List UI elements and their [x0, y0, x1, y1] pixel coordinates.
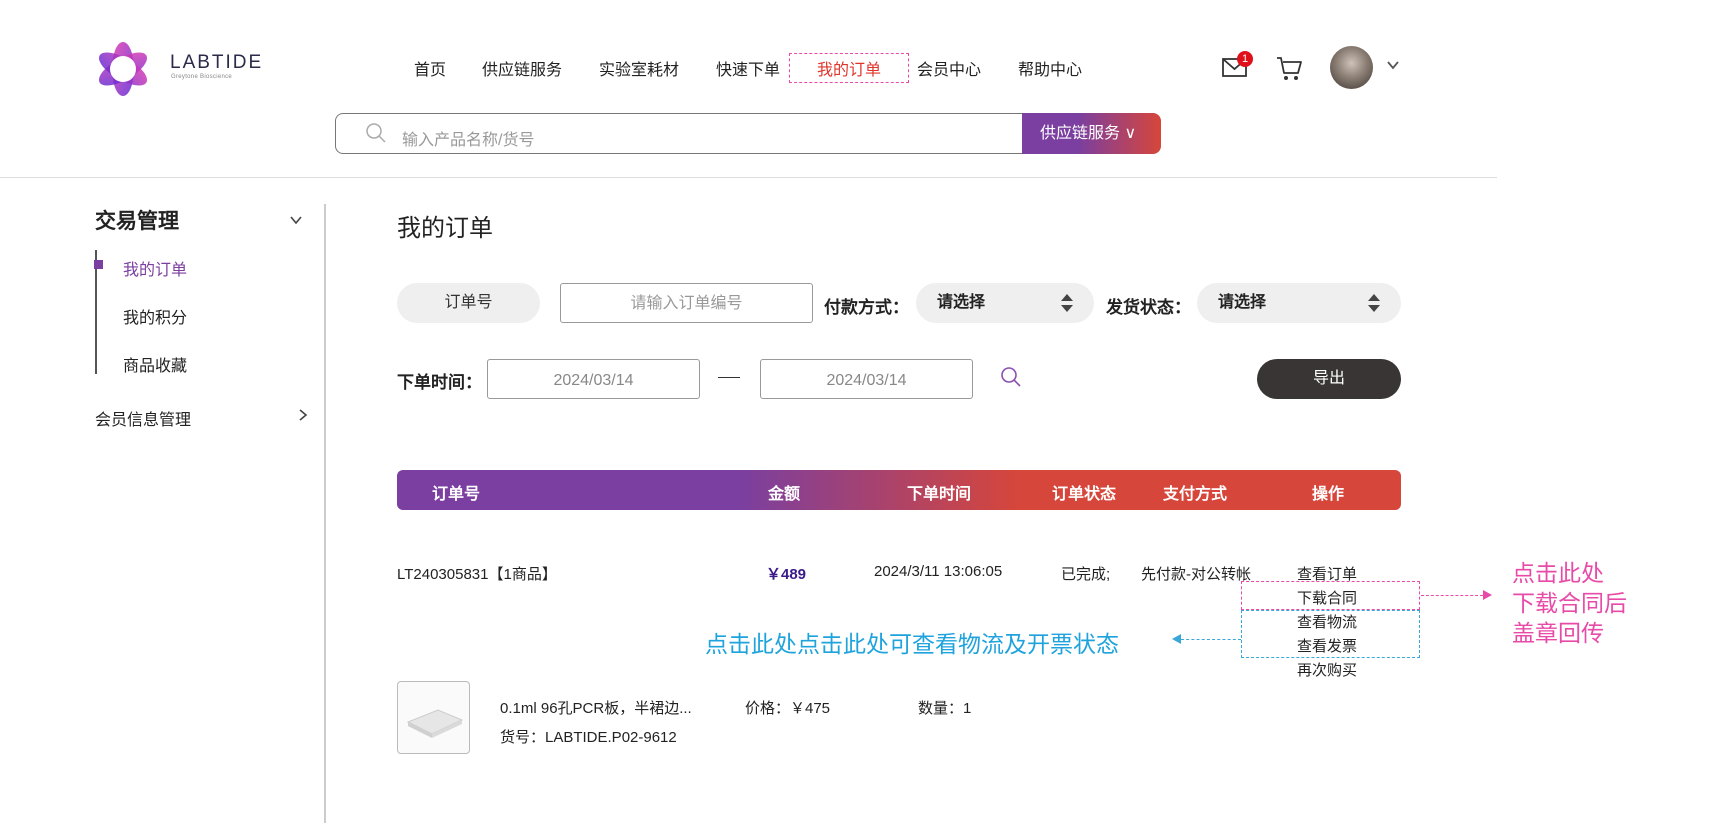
mail-badge: 1	[1237, 51, 1253, 67]
annotation-line: 盖章回传	[1512, 620, 1604, 646]
nav-quick-order[interactable]: 快速下单	[716, 56, 780, 80]
order-time-label: 下单时间：	[397, 373, 482, 392]
payment-method-label: 付款方式：	[824, 298, 909, 317]
brand-tagline: Greytone Bioscience	[171, 74, 233, 80]
annotation-blue-box	[1241, 610, 1420, 658]
th-actions: 操作	[1312, 486, 1345, 503]
nav-my-orders[interactable]: 我的订单	[789, 53, 910, 83]
product-sku: 货号：LABTIDE.P02-9612	[500, 729, 677, 746]
sidebar-item-favorites[interactable]: 商品收藏	[123, 352, 187, 376]
date-to-input[interactable]: 2024/03/14	[760, 359, 973, 399]
order-time: 2024/3/11 13:06:05	[874, 563, 1003, 580]
search-icon	[366, 123, 386, 143]
header-divider	[0, 177, 1497, 178]
annotation-pink-line	[1421, 595, 1483, 596]
pcr-plate-icon	[406, 709, 464, 738]
export-button[interactable]: 导出	[1257, 359, 1401, 399]
date-from-input[interactable]: 2024/03/14	[487, 359, 700, 399]
annotation-line: 下载合同后	[1512, 590, 1627, 616]
annotation-blue-arrow	[1172, 634, 1181, 644]
order-id: LT240305831【1商品】	[397, 566, 557, 583]
cart-icon[interactable]	[1275, 54, 1303, 82]
brand-name: LABTIDE	[170, 52, 264, 73]
product-thumbnail[interactable]	[397, 681, 470, 754]
order-number-label: 订单号	[397, 283, 540, 323]
nav-lab-consumables[interactable]: 实验室耗材	[599, 56, 679, 80]
sidebar-active-marker	[94, 260, 103, 269]
nav-help-center[interactable]: 帮助中心	[1018, 56, 1082, 80]
th-order-time: 下单时间	[907, 486, 972, 503]
annotation-pink-arrow	[1483, 590, 1492, 600]
sidebar-divider	[324, 204, 326, 823]
chevron-down-icon[interactable]	[1386, 58, 1400, 72]
product-name[interactable]: 0.1ml 96孔PCR板，半裙边...	[500, 697, 692, 718]
buy-again-link[interactable]: 再次购买	[1297, 659, 1357, 680]
nav-home[interactable]: 首页	[414, 56, 446, 80]
logo-icon	[98, 42, 148, 96]
th-order-no: 订单号	[432, 486, 481, 503]
annotation-blue-line	[1181, 639, 1241, 640]
avatar[interactable]	[1330, 46, 1373, 89]
sidebar-title[interactable]: 交易管理	[95, 205, 179, 235]
annotation-line: 点击此处	[1512, 560, 1604, 586]
th-order-status: 订单状态	[1052, 486, 1117, 503]
page-title: 我的订单	[397, 215, 493, 242]
search-category-button[interactable]: 供应链服务 ∨	[1022, 113, 1161, 154]
sidebar-item-member-info[interactable]: 会员信息管理	[95, 406, 191, 430]
chevron-down-icon[interactable]	[289, 213, 303, 227]
sidebar-item-my-orders[interactable]: 我的订单	[123, 256, 187, 280]
annotation-contract-note: 点击此处 下载合同后 盖章回传	[1512, 558, 1627, 648]
order-status: 已完成;	[1061, 566, 1111, 583]
table-header	[397, 470, 1401, 510]
date-range-dash	[718, 377, 740, 378]
sort-updown-icon	[1061, 294, 1073, 312]
order-number-input[interactable]: 请输入订单编号	[560, 283, 813, 323]
nav-supply-chain[interactable]: 供应链服务	[482, 56, 562, 80]
annotation-logistics-note: 点击此处点击此处可查看物流及开票状态	[705, 631, 1119, 657]
annotation-pink-box	[1241, 581, 1420, 610]
th-amount: 金额	[768, 486, 801, 503]
shipping-status-label: 发货状态：	[1106, 298, 1191, 317]
order-amount: ￥489	[766, 566, 807, 583]
nav-member-center[interactable]: 会员中心	[917, 56, 981, 80]
sidebar-item-my-points[interactable]: 我的积分	[123, 304, 187, 328]
th-payment: 支付方式	[1163, 486, 1228, 503]
order-payment: 先付款-对公转帐	[1141, 566, 1251, 583]
chevron-right-icon[interactable]	[296, 408, 310, 422]
search-icon[interactable]	[1000, 366, 1022, 388]
sort-updown-icon	[1368, 294, 1380, 312]
product-quantity: 数量：1	[918, 700, 972, 717]
search-placeholder: 输入产品名称/货号	[402, 132, 535, 149]
product-price: 价格：￥475	[745, 700, 831, 717]
